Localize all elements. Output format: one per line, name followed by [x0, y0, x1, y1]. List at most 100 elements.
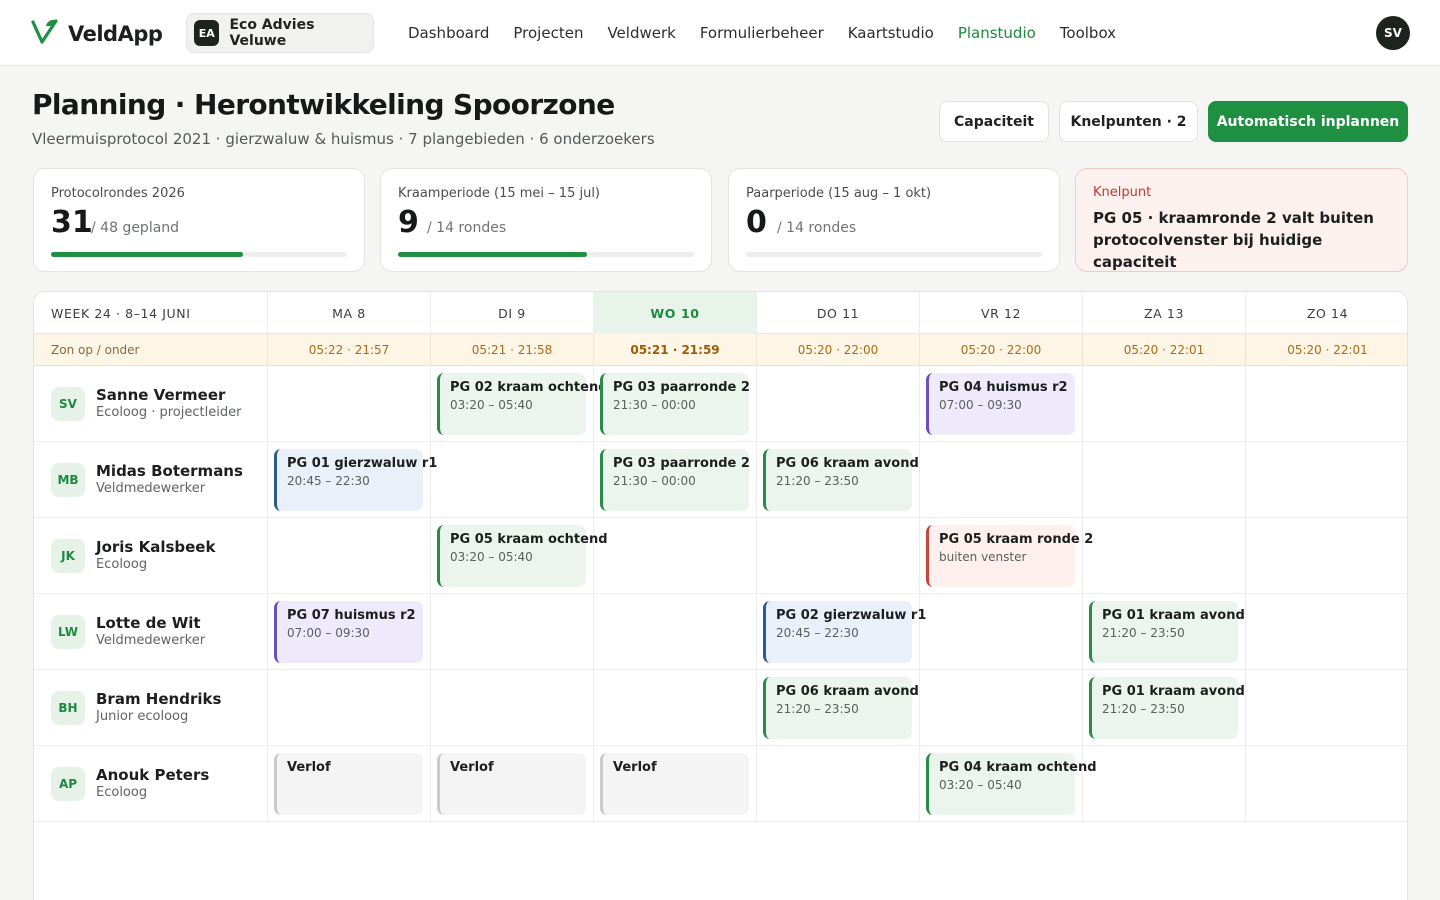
person-row: AP Anouk Peters Ecoloog Verlof Verlof Verlof P… [34, 746, 1407, 822]
person-avatar: AP [51, 767, 85, 801]
stat-progress [398, 252, 694, 257]
leave-block[interactable]: Verlof [437, 753, 586, 815]
app-name: VeldApp [68, 22, 163, 46]
week-calendar: WEEK 24 · 8–14 JUNI MA 8 DI 9 WO 10 DO 11 VR… [33, 291, 1408, 900]
round-title: PG 04 huismus r2 [939, 380, 1068, 395]
nav-item-projecten[interactable]: Projecten [513, 24, 583, 42]
planned-round[interactable]: PG 03 paarronde 2 21:30 – 00:00 [600, 373, 750, 435]
stat-value: 0 [746, 205, 767, 240]
day-divider [430, 518, 431, 594]
person-info[interactable]: LW Lotte de Wit Veldmedewerker [34, 594, 267, 670]
planned-round[interactable]: PG 01 kraam avond 21:20 – 23:50 [1089, 601, 1245, 663]
planned-round[interactable]: PG 04 kraam ochtend 03:20 – 05:40 [926, 753, 1097, 815]
planned-round[interactable]: PG 02 gierzwaluw r1 20:45 – 22:30 [763, 601, 926, 663]
day-header[interactable]: WO 10 [593, 292, 756, 334]
planned-round[interactable]: PG 05 kraam ochtend 03:20 – 05:40 [437, 525, 608, 587]
day-divider [919, 594, 920, 670]
planned-round[interactable]: PG 04 huismus r2 07:00 – 09:30 [926, 373, 1075, 435]
day-header[interactable]: DO 11 [756, 292, 919, 334]
leave-block[interactable]: Verlof [600, 753, 749, 815]
auto-schedule-button[interactable]: Automatisch inplannen [1208, 101, 1408, 142]
app-logo[interactable]: VeldApp [30, 18, 163, 50]
person-info[interactable]: MB Midas Botermans Veldmedewerker [34, 442, 267, 518]
issues-button[interactable]: Knelpunten · 2 [1059, 101, 1198, 142]
planned-round[interactable]: PG 01 kraam avond 21:20 – 23:50 [1089, 677, 1245, 739]
round-time: 03:20 – 05:40 [450, 398, 533, 412]
day-divider [430, 746, 431, 822]
sun-times-cell: 05:21 · 21:58 [430, 334, 593, 366]
round-title: PG 05 kraam ochtend [450, 532, 608, 547]
planned-round[interactable]: PG 05 kraam ronde 2 buiten venster [926, 525, 1093, 587]
person-row: LW Lotte de Wit Veldmedewerker PG 07 huismu… [34, 594, 1407, 670]
day-header[interactable]: ZO 14 [1245, 292, 1407, 334]
nav-item-veldwerk[interactable]: Veldwerk [607, 24, 675, 42]
person-name: Bram Hendriks [96, 690, 222, 708]
round-title: Verlof [287, 760, 331, 775]
person-avatar: JK [51, 539, 85, 573]
top-bar: VeldApp EA Eco Advies Veluwe Dashboard Pr… [0, 0, 1440, 66]
day-header[interactable]: DI 9 [430, 292, 593, 334]
day-divider [1245, 442, 1246, 518]
nav-item-formulierbeheer[interactable]: Formulierbeheer [700, 24, 824, 42]
round-title: PG 01 gierzwaluw r1 [287, 456, 438, 471]
stat-label: Kraamperiode (15 mei – 15 jul) [398, 186, 601, 201]
day-divider [267, 670, 268, 746]
day-header[interactable]: MA 8 [267, 292, 430, 334]
page-subtitle: Vleermuisprotocol 2021 · gierzwaluw & hu… [32, 130, 655, 148]
nav-item-planstudio[interactable]: Planstudio [958, 24, 1036, 42]
nav-item-dashboard[interactable]: Dashboard [408, 24, 489, 42]
planned-round[interactable]: PG 06 kraam avond 21:20 – 23:50 [763, 449, 919, 511]
day-divider [593, 670, 594, 746]
leave-block[interactable]: Verlof [274, 753, 423, 815]
planned-round[interactable]: PG 06 kraam avond 21:20 – 23:50 [763, 677, 919, 739]
day-divider [1245, 594, 1246, 670]
day-divider [1082, 442, 1083, 518]
person-avatar: LW [51, 615, 85, 649]
day-divider [756, 442, 757, 518]
planned-round[interactable]: PG 01 gierzwaluw r1 20:45 – 22:30 [274, 449, 438, 511]
day-header[interactable]: VR 12 [919, 292, 1082, 334]
person-avatar: MB [51, 463, 85, 497]
round-time: 21:20 – 23:50 [776, 702, 859, 716]
person-info[interactable]: AP Anouk Peters Ecoloog [34, 746, 267, 822]
org-name: Eco Advies Veluwe [229, 17, 315, 49]
planned-round[interactable]: PG 07 huismus r2 07:00 – 09:30 [274, 601, 423, 663]
stat-card-kraam: Kraamperiode (15 mei – 15 jul) 9 / 14 ro… [380, 168, 712, 272]
nav-item-toolbox[interactable]: Toolbox [1060, 24, 1116, 42]
round-title: PG 02 kraam ochtend [450, 380, 608, 395]
person-info[interactable]: JK Joris Kalsbeek Ecoloog [34, 518, 267, 594]
person-avatar: BH [51, 691, 85, 725]
person-name: Sanne Vermeer [96, 386, 226, 404]
round-time: 03:20 – 05:40 [939, 778, 1022, 792]
day-divider [267, 594, 268, 670]
stat-card-paar: Paarperiode (15 aug – 1 okt) 0 / 14 rond… [728, 168, 1060, 272]
round-time: 21:20 – 23:50 [1102, 626, 1185, 640]
day-divider [1245, 746, 1246, 822]
planned-round[interactable]: PG 03 paarronde 2 21:30 – 00:00 [600, 449, 750, 511]
round-title: PG 06 kraam avond [776, 456, 919, 471]
page-title: Planning · Herontwikkeling Spoorzone [32, 88, 615, 121]
capacity-button[interactable]: Capaciteit [939, 101, 1049, 142]
person-info[interactable]: BH Bram Hendriks Junior ecoloog [34, 670, 267, 746]
person-name: Lotte de Wit [96, 614, 201, 632]
alert-card[interactable]: Knelpunt PG 05 · kraamronde 2 valt buite… [1075, 168, 1408, 272]
user-avatar[interactable]: SV [1376, 16, 1410, 50]
sun-times-cell: 05:20 · 22:01 [1245, 334, 1407, 366]
day-divider [593, 442, 594, 518]
round-time: 21:30 – 00:00 [613, 474, 696, 488]
day-divider [593, 518, 594, 594]
nav-item-kaartstudio[interactable]: Kaartstudio [848, 24, 934, 42]
sun-times-row: Zon op / onder 05:22 · 21:57 05:21 · 21:5… [34, 334, 1407, 366]
stat-total: / 14 rondes [777, 220, 857, 236]
planned-round[interactable]: PG 02 kraam ochtend 03:20 – 05:40 [437, 373, 608, 435]
round-time: 07:00 – 09:30 [939, 398, 1022, 412]
alert-label: Knelpunt [1093, 185, 1152, 200]
main-nav: Dashboard Projecten Veldwerk Formulierbehee… [408, 0, 1140, 66]
day-header[interactable]: ZA 13 [1082, 292, 1245, 334]
person-info[interactable]: SV Sanne Vermeer Ecoloog · projectleider [34, 366, 267, 442]
person-row: JK Joris Kalsbeek Ecoloog PG 05 kraam ochte… [34, 518, 1407, 594]
stat-value: 31 [51, 205, 93, 240]
org-switcher[interactable]: EA Eco Advies Veluwe [186, 13, 374, 53]
day-divider [756, 594, 757, 670]
round-title: PG 03 paarronde 2 [613, 456, 750, 471]
